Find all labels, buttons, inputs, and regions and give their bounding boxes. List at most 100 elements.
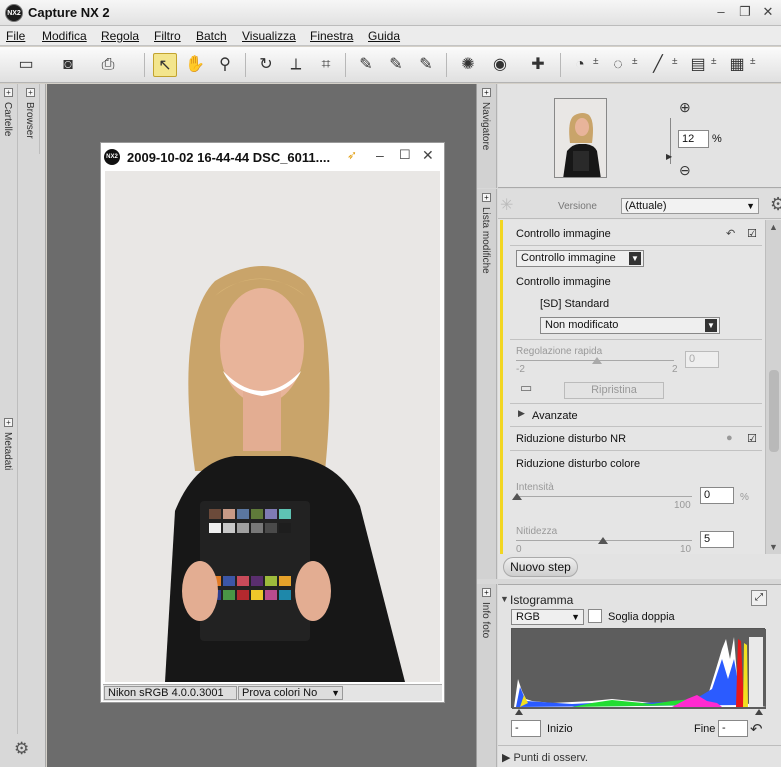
metadata-tab[interactable]: + Metadati: [0, 414, 18, 734]
right-panel: + Navigatore ⊕ ▶ 12 % ⊖ + Lista modifich…: [476, 84, 781, 767]
bandage-icon[interactable]: ✚: [526, 53, 550, 77]
pointer-icon[interactable]: ↖: [153, 53, 177, 77]
hand-icon[interactable]: ✋: [183, 53, 207, 77]
white-point-handle[interactable]: [755, 709, 763, 715]
photo-info-tab[interactable]: + Info foto: [477, 584, 497, 767]
step-enable-checkbox[interactable]: ☑: [746, 433, 758, 445]
quick-adjust-input[interactable]: 0: [685, 351, 719, 368]
pin-icon[interactable]: +: [4, 418, 13, 427]
zoom-input[interactable]: 12: [678, 130, 709, 148]
version-select[interactable]: (Attuale) ▼: [621, 198, 759, 214]
menu-guida[interactable]: Guida: [368, 29, 400, 43]
black-point-handle[interactable]: [515, 709, 523, 715]
pin-icon[interactable]: +: [4, 88, 13, 97]
status-dot-icon: ●: [726, 432, 733, 444]
image-window[interactable]: NX2 2009-10-02 16-44-44 DSC_6011.... ➶ –…: [100, 142, 445, 703]
gear-icon[interactable]: ⚙: [14, 739, 29, 759]
camera-icon[interactable]: ◙: [56, 53, 80, 77]
step-enable-checkbox[interactable]: ☑: [746, 228, 758, 240]
edit-list-tab[interactable]: + Lista modifiche: [477, 189, 497, 579]
image-window-header[interactable]: NX2 2009-10-02 16-44-44 DSC_6011.... ➶ –…: [101, 143, 444, 171]
dual-threshold-checkbox[interactable]: [588, 609, 602, 623]
crop-icon[interactable]: ⌗: [314, 53, 338, 77]
red-eye-icon[interactable]: ✺: [456, 53, 480, 77]
sharpness-input[interactable]: 5: [700, 531, 734, 548]
collapse-triangle-icon[interactable]: ▼: [500, 594, 509, 604]
soft-proof-dropdown[interactable]: Prova colori No ▼: [238, 686, 343, 700]
histogram-graph: [512, 629, 766, 709]
close-icon[interactable]: ✕: [422, 147, 434, 164]
expand-icon[interactable]: ⤢: [751, 590, 767, 606]
zoom-slider-handle[interactable]: ▶: [666, 152, 672, 161]
end-input[interactable]: -: [718, 720, 748, 737]
step-picture-control-title[interactable]: Controllo immagine: [516, 228, 611, 240]
menu-file[interactable]: File: [6, 29, 25, 43]
minimize-button[interactable]: –: [712, 3, 730, 21]
portrait-photo: [105, 171, 440, 682]
output-icon[interactable]: ⎙: [96, 53, 120, 77]
zoom-unit: %: [712, 133, 722, 145]
advanced-toggle[interactable]: Avanzate: [532, 410, 578, 422]
step-noise-reduction-title[interactable]: Riduzione disturbo NR: [516, 433, 626, 445]
menu-filtro[interactable]: Filtro: [154, 29, 181, 43]
pin-icon[interactable]: +: [482, 588, 491, 597]
browser-toggle-icon[interactable]: ▭: [14, 53, 38, 77]
folders-tab[interactable]: + Cartelle: [0, 84, 18, 414]
scrollbar-thumb[interactable]: [769, 370, 779, 452]
navigator-tab[interactable]: + Navigatore: [477, 84, 497, 188]
preset-select[interactable]: Non modificato ▼: [540, 317, 720, 334]
white-point-icon[interactable]: ✎: [414, 53, 438, 77]
slider-handle[interactable]: [512, 493, 522, 500]
new-step-button[interactable]: Nuovo step: [503, 557, 578, 577]
slider-handle[interactable]: [592, 357, 602, 364]
zoom-in-icon[interactable]: ⊕: [679, 99, 691, 116]
photo-canvas[interactable]: [105, 171, 440, 682]
neutral-point-icon[interactable]: ✎: [384, 53, 408, 77]
rotate-icon[interactable]: ↻: [254, 53, 278, 77]
menu-batch[interactable]: Batch: [196, 29, 227, 43]
browser-tab[interactable]: + Browser: [22, 84, 40, 154]
selection-lasso-icon[interactable]: ◌: [606, 53, 630, 77]
fill-icon[interactable]: ▦: [725, 53, 749, 77]
pin-icon[interactable]: +: [26, 88, 35, 97]
scroll-up-icon[interactable]: ▲: [769, 222, 778, 232]
black-point-icon[interactable]: ✎: [354, 53, 378, 77]
scroll-down-icon[interactable]: ▼: [769, 542, 778, 552]
intensity-input[interactable]: 0: [700, 487, 734, 504]
picture-control-combo[interactable]: Controllo immagine ▼: [516, 250, 644, 267]
color-control-point-icon[interactable]: ◔: [568, 53, 592, 77]
reset-icon[interactable]: ↶: [750, 720, 763, 738]
color-noise-label: Riduzione disturbo colore: [516, 458, 641, 470]
brush-icon[interactable]: ╱: [646, 53, 670, 77]
maximize-icon[interactable]: ☐: [399, 147, 411, 163]
undo-icon[interactable]: ↶: [726, 227, 735, 240]
gradient-icon[interactable]: ▤: [686, 53, 710, 77]
navigator-thumbnail[interactable]: [554, 98, 607, 178]
pin-icon[interactable]: +: [482, 193, 491, 202]
close-button[interactable]: ✕: [759, 3, 777, 21]
menu-visualizza[interactable]: Visualizza: [242, 29, 296, 43]
intensity-slider[interactable]: [516, 496, 692, 497]
reset-button[interactable]: Ripristina: [564, 382, 664, 399]
end-label: Fine: [694, 723, 716, 735]
menu-finestra[interactable]: Finestra: [310, 29, 353, 43]
pin-icon[interactable]: +: [482, 88, 491, 97]
straighten-icon[interactable]: ⟂: [284, 53, 308, 77]
zoom-icon[interactable]: ⚲: [213, 53, 237, 77]
menu-modifica[interactable]: Modifica: [42, 29, 87, 43]
preset-manager-icon[interactable]: ▭: [520, 380, 532, 396]
start-input[interactable]: -: [511, 720, 541, 737]
minimize-icon[interactable]: –: [376, 147, 384, 163]
channel-select[interactable]: RGB ▼: [511, 609, 584, 625]
left-sidebar: + Cartelle + Browser + Metadati ⚙: [0, 84, 46, 767]
restore-button[interactable]: ❐: [736, 3, 754, 21]
zoom-out-icon[interactable]: ⊖: [679, 162, 691, 179]
menu-regola[interactable]: Regola: [101, 29, 139, 43]
gear-icon[interactable]: ⚙: [770, 194, 781, 215]
expand-triangle-icon[interactable]: ▶: [518, 408, 525, 419]
edit-list-scrollbar[interactable]: ▲ ▼: [765, 220, 781, 554]
slider-handle[interactable]: [598, 537, 608, 544]
watch-points-toggle[interactable]: ▶ Punti di osserv.: [502, 751, 588, 764]
view-icon[interactable]: ◉: [488, 53, 512, 77]
navigator-panel: ⊕ ▶ 12 % ⊖: [498, 84, 781, 188]
